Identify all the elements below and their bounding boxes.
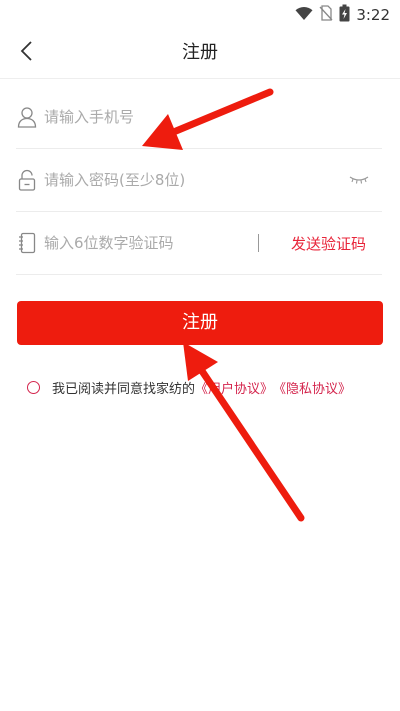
page-title: 注册 <box>182 42 218 63</box>
code-field-row: 发送验证码 <box>16 212 382 275</box>
phone-field-row <box>16 86 382 149</box>
chevron-left-icon <box>20 40 34 66</box>
register-form: 发送验证码 <box>16 86 382 275</box>
user-agreement-link[interactable]: 《用户协议》 <box>195 378 273 397</box>
verification-code-input[interactable] <box>44 228 258 258</box>
notebook-icon <box>16 232 38 254</box>
lock-icon <box>16 169 38 191</box>
password-field-row <box>16 149 382 212</box>
agreement-text: 我已阅读并同意找家纺的 <box>52 382 196 397</box>
phone-input[interactable] <box>44 102 382 132</box>
battery-charging-icon <box>339 4 350 26</box>
agreement-row: 我已阅读并同意找家纺的 《用户协议》 《隐私协议》 <box>27 378 351 397</box>
status-icons: 3:22 <box>295 4 390 26</box>
send-code-button[interactable]: 发送验证码 <box>291 233 366 254</box>
status-bar: 3:22 <box>0 0 400 28</box>
agree-radio[interactable] <box>27 381 40 394</box>
nav-bar: 注册 <box>0 28 400 79</box>
back-button[interactable] <box>10 36 44 70</box>
status-time: 3:22 <box>356 6 390 24</box>
password-input[interactable] <box>44 165 348 195</box>
divider <box>257 234 259 252</box>
eye-closed-icon[interactable] <box>348 172 370 188</box>
no-sim-icon <box>319 5 333 25</box>
arrow-pointing-to-register-button <box>183 342 305 522</box>
user-icon <box>16 106 38 128</box>
register-button[interactable]: 注册 <box>17 301 383 345</box>
privacy-policy-link[interactable]: 《隐私协议》 <box>273 378 351 397</box>
wifi-icon <box>295 6 313 25</box>
